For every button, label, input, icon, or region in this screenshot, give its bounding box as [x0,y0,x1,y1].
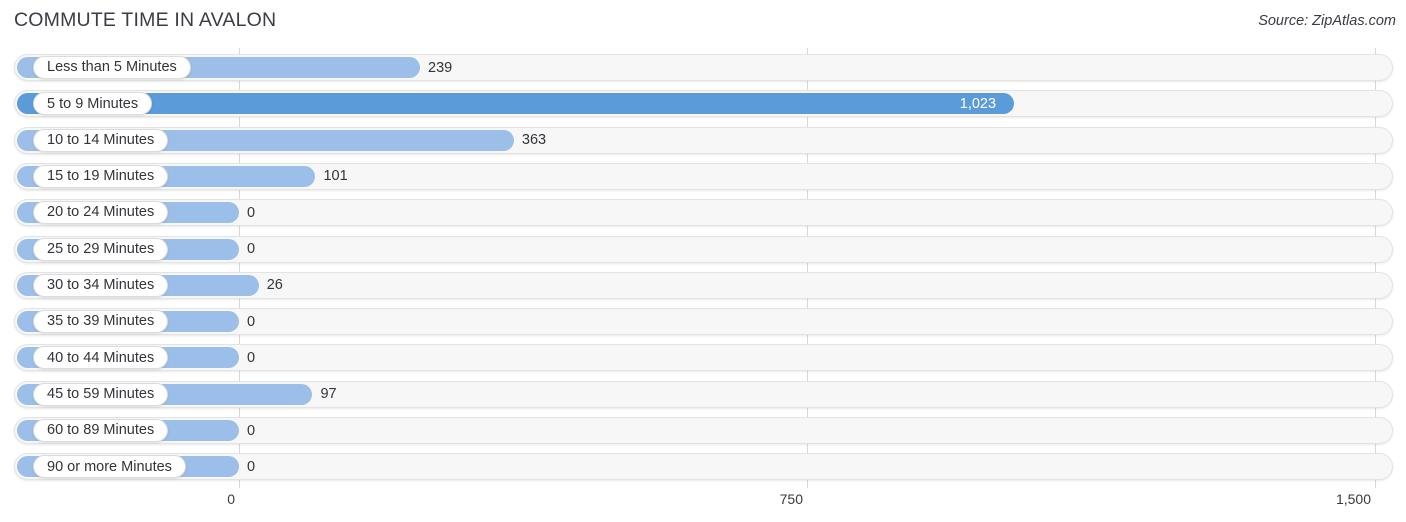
bar-rows: Less than 5 Minutes 239 5 to 9 Minutes 1,02… [0,48,1406,488]
value-label: 101 [323,168,348,185]
category-label: Less than 5 Minutes [47,59,177,76]
bar-row[interactable]: 25 to 29 Minutes 0 [14,235,1393,263]
bar-row[interactable]: Less than 5 Minutes 239 [14,54,1393,81]
value-label: 0 [247,422,256,439]
value-label: 1,023 [959,95,997,112]
value-label: 97 [320,386,337,403]
bar-row[interactable]: 60 to 89 Minutes 0 [14,417,1393,444]
category-label-pill: 35 to 39 Minutes [33,310,168,334]
source-attribution: Source: ZipAtlas.com [1258,13,1396,29]
category-label-pill: 60 to 89 Minutes [33,419,168,442]
category-label: 90 or more Minutes [47,458,172,475]
value-label: 0 [247,313,256,330]
bar-row[interactable]: 10 to 14 Minutes 363 [14,126,1393,154]
category-label: 30 to 34 Minutes [47,277,155,294]
value-bar[interactable] [17,93,1014,115]
category-label: 5 to 9 Minutes [47,95,139,112]
value-label: 239 [428,59,453,76]
category-label: 35 to 39 Minutes [47,313,155,330]
category-label: 10 to 14 Minutes [47,131,155,148]
category-label-pill: 30 to 34 Minutes [33,273,168,297]
bar-row[interactable]: 5 to 9 Minutes 1,023 [14,90,1393,118]
value-label: 0 [247,458,256,475]
bar-row[interactable]: 15 to 19 Minutes 101 [14,162,1393,190]
category-label: 40 to 44 Minutes [47,349,155,366]
plot-area: Less than 5 Minutes 239 5 to 9 Minutes 1,02… [0,48,1406,488]
chart-header: COMMUTE TIME IN AVALON Source: ZipAtlas.… [0,0,1406,44]
axis-tick-label: 0 [227,491,235,507]
axis-tick-label: 1,500 [1335,491,1371,507]
value-label: 0 [247,349,256,366]
bar-row[interactable]: 40 to 44 Minutes 0 [14,344,1393,372]
category-label-pill: Less than 5 Minutes [33,56,191,79]
bar-row[interactable]: 30 to 34 Minutes 26 [14,271,1393,299]
category-label: 20 to 24 Minutes [47,204,155,221]
bar-row[interactable]: 90 or more Minutes 0 [14,453,1393,481]
value-label: 26 [266,277,283,294]
category-label-pill: 5 to 9 Minutes [33,92,152,116]
category-label-pill: 40 to 44 Minutes [33,346,168,370]
bar-row[interactable]: 35 to 39 Minutes 0 [14,308,1393,336]
category-label: 45 to 59 Minutes [47,385,155,402]
axis-tick-label: 750 [779,491,803,507]
bar-row[interactable]: 20 to 24 Minutes 0 [14,199,1393,227]
category-label-pill: 15 to 19 Minutes [33,164,168,188]
category-label-pill: 25 to 29 Minutes [33,237,168,261]
chart-page: COMMUTE TIME IN AVALON Source: ZipAtlas.… [0,0,1406,522]
value-label: 0 [247,241,256,257]
category-label: 60 to 89 Minutes [47,422,155,439]
category-label: 15 to 19 Minutes [47,168,155,185]
value-label: 0 [247,204,256,221]
category-label-pill: 45 to 59 Minutes [33,382,168,406]
x-axis: 0 750 1,500 [0,488,1406,522]
category-label: 25 to 29 Minutes [47,240,155,257]
category-label-pill: 10 to 14 Minutes [33,128,168,152]
value-label: 363 [521,132,547,149]
page-title: COMMUTE TIME IN AVALON [14,9,277,31]
category-label-pill: 20 to 24 Minutes [33,201,168,225]
bar-row[interactable]: 45 to 59 Minutes 97 [14,380,1393,408]
category-label-pill: 90 or more Minutes [33,455,186,479]
